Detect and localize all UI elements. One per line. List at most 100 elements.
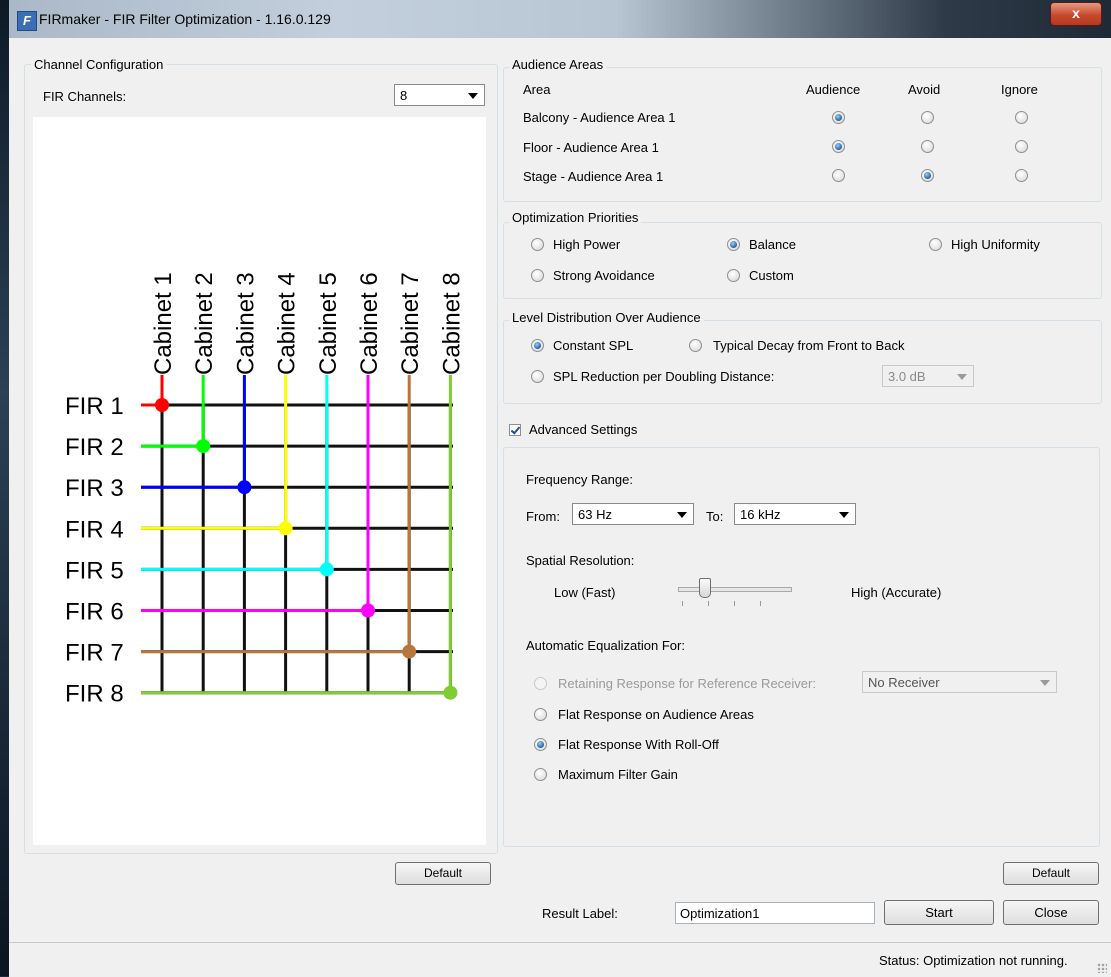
to-label: To: — [706, 509, 724, 524]
chevron-down-icon — [468, 93, 478, 99]
maximum-filter-gain-radio[interactable] — [534, 768, 547, 781]
spatial-resolution-slider[interactable] — [674, 578, 796, 608]
status-text: Status: Optimization not running. — [879, 953, 1068, 968]
constant-spl-radio[interactable] — [531, 339, 544, 352]
typical-decay-radio[interactable] — [689, 339, 702, 352]
high-power-label: High Power — [553, 237, 621, 252]
floor-audience-radio[interactable] — [832, 140, 845, 153]
fir-label: FIR 4 — [65, 516, 124, 543]
fir-label: FIR 2 — [65, 434, 124, 461]
spatial-resolution-label: Spatial Resolution: — [526, 553, 635, 568]
advanced-settings-checkbox[interactable] — [509, 424, 521, 436]
cabinet-label: Cabinet 2 — [191, 272, 218, 375]
high-uniformity-radio[interactable] — [929, 238, 942, 251]
from-frequency-select[interactable]: 63 Hz — [572, 503, 694, 525]
auto-eq-label: Automatic Equalization For: — [526, 638, 685, 653]
stage-avoid-radio[interactable] — [921, 169, 934, 182]
desktop-edge — [0, 0, 9, 976]
ignore-column-header: Ignore — [1001, 82, 1038, 97]
window-close-button[interactable]: x — [1050, 2, 1102, 26]
chevron-down-icon — [839, 512, 849, 518]
routing-node — [237, 480, 252, 495]
balcony-ignore-radio[interactable] — [1015, 111, 1028, 124]
floor-avoid-radio[interactable] — [921, 140, 934, 153]
channel-configuration-legend: Channel Configuration — [31, 57, 167, 72]
flat-response-rolloff-radio[interactable] — [534, 738, 547, 751]
retaining-response-radio[interactable] — [534, 677, 547, 690]
custom-radio[interactable] — [727, 269, 740, 282]
fir-label: FIR 1 — [65, 393, 124, 420]
channel-routing-diagram: Cabinet 1 FIR 1 Cabinet 2 FIR 2 Cabinet 3 FIR… — [33, 117, 486, 845]
fir-label: FIR 7 — [65, 640, 124, 667]
stage-ignore-radio[interactable] — [1015, 169, 1028, 182]
fir-label: FIR 5 — [65, 557, 124, 584]
advanced-default-button[interactable]: Default — [1003, 862, 1099, 885]
optimization-priorities-legend: Optimization Priorities — [509, 210, 642, 225]
strong-avoidance-radio[interactable] — [531, 269, 544, 282]
spl-reduction-radio[interactable] — [531, 370, 544, 383]
high-power-radio[interactable] — [531, 238, 544, 251]
level-distribution-group — [503, 320, 1102, 404]
close-button[interactable]: Close — [1003, 900, 1099, 925]
chevron-down-icon — [677, 512, 687, 518]
chevron-down-icon — [1040, 680, 1050, 686]
slider-thumb[interactable] — [699, 578, 711, 598]
flat-response-rolloff-label: Flat Response With Roll-Off — [558, 737, 719, 752]
resize-grip-icon[interactable] — [1097, 963, 1107, 973]
routing-node — [196, 439, 211, 454]
flat-response-audience-label: Flat Response on Audience Areas — [558, 707, 754, 722]
audience-areas-legend: Audience Areas — [509, 57, 607, 72]
result-label-input[interactable]: Optimization1 — [675, 902, 875, 924]
balance-radio[interactable] — [727, 238, 740, 251]
floor-ignore-radio[interactable] — [1015, 140, 1028, 153]
spl-reduction-select[interactable]: 3.0 dB — [882, 365, 974, 387]
avoid-column-header: Avoid — [908, 82, 941, 97]
high-uniformity-label: High Uniformity — [951, 237, 1040, 252]
spl-reduction-label: SPL Reduction per Doubling Distance: — [553, 369, 775, 384]
cabinet-label: Cabinet 3 — [232, 272, 259, 375]
cabinet-label: Cabinet 6 — [356, 272, 383, 375]
fir-label: FIR 8 — [65, 681, 124, 708]
audience-column-header: Audience — [806, 82, 861, 97]
optimization-priorities-group — [503, 222, 1102, 299]
typical-decay-label: Typical Decay from Front to Back — [713, 338, 905, 353]
stage-audience-radio[interactable] — [832, 169, 845, 182]
channel-default-button[interactable]: Default — [395, 862, 491, 885]
flat-response-audience-radio[interactable] — [534, 708, 547, 721]
custom-label: Custom — [749, 268, 794, 283]
fir-channels-label: FIR Channels: — [43, 89, 127, 104]
level-distribution-legend: Level Distribution Over Audience — [509, 310, 704, 325]
result-label-value: Optimization1 — [680, 906, 760, 921]
fir-label: FIR 6 — [65, 599, 124, 626]
routing-node — [443, 685, 458, 700]
app-icon: F — [17, 11, 37, 31]
to-frequency-select[interactable]: 16 kHz — [734, 503, 856, 525]
low-fast-label: Low (Fast) — [554, 585, 616, 600]
cabinet-label: Cabinet 8 — [438, 272, 465, 375]
advanced-settings-label: Advanced Settings — [529, 422, 638, 437]
strong-avoidance-label: Strong Avoidance — [553, 268, 655, 283]
retaining-response-label: Retaining Response for Reference Receive… — [558, 676, 816, 691]
area-row-name: Floor - Audience Area 1 — [523, 140, 659, 155]
area-row-name: Stage - Audience Area 1 — [523, 169, 664, 184]
balcony-avoid-radio[interactable] — [921, 111, 934, 124]
routing-node — [278, 521, 293, 536]
firmaker-window: F FIRmaker - FIR Filter Optimization - 1… — [9, 0, 1111, 977]
area-row-name: Balcony - Audience Area 1 — [523, 110, 676, 125]
chevron-down-icon — [957, 374, 967, 380]
maximum-filter-gain-label: Maximum Filter Gain — [558, 767, 678, 782]
status-bar: Status: Optimization not running. — [9, 942, 1111, 977]
from-label: From: — [526, 509, 560, 524]
title-bar[interactable]: F FIRmaker - FIR Filter Optimization - 1… — [9, 0, 1111, 38]
balcony-audience-radio[interactable] — [832, 111, 845, 124]
routing-node — [155, 398, 169, 412]
constant-spl-label: Constant SPL — [553, 338, 634, 353]
cabinet-label: Cabinet 5 — [315, 272, 342, 375]
to-frequency-value: 16 kHz — [740, 507, 781, 522]
reference-receiver-select[interactable]: No Receiver — [862, 671, 1057, 693]
high-accurate-label: High (Accurate) — [851, 585, 942, 600]
fir-channels-select[interactable]: 8 — [394, 84, 485, 106]
start-button[interactable]: Start — [884, 900, 994, 925]
reference-receiver-value: No Receiver — [868, 675, 940, 690]
routing-node — [402, 644, 417, 659]
